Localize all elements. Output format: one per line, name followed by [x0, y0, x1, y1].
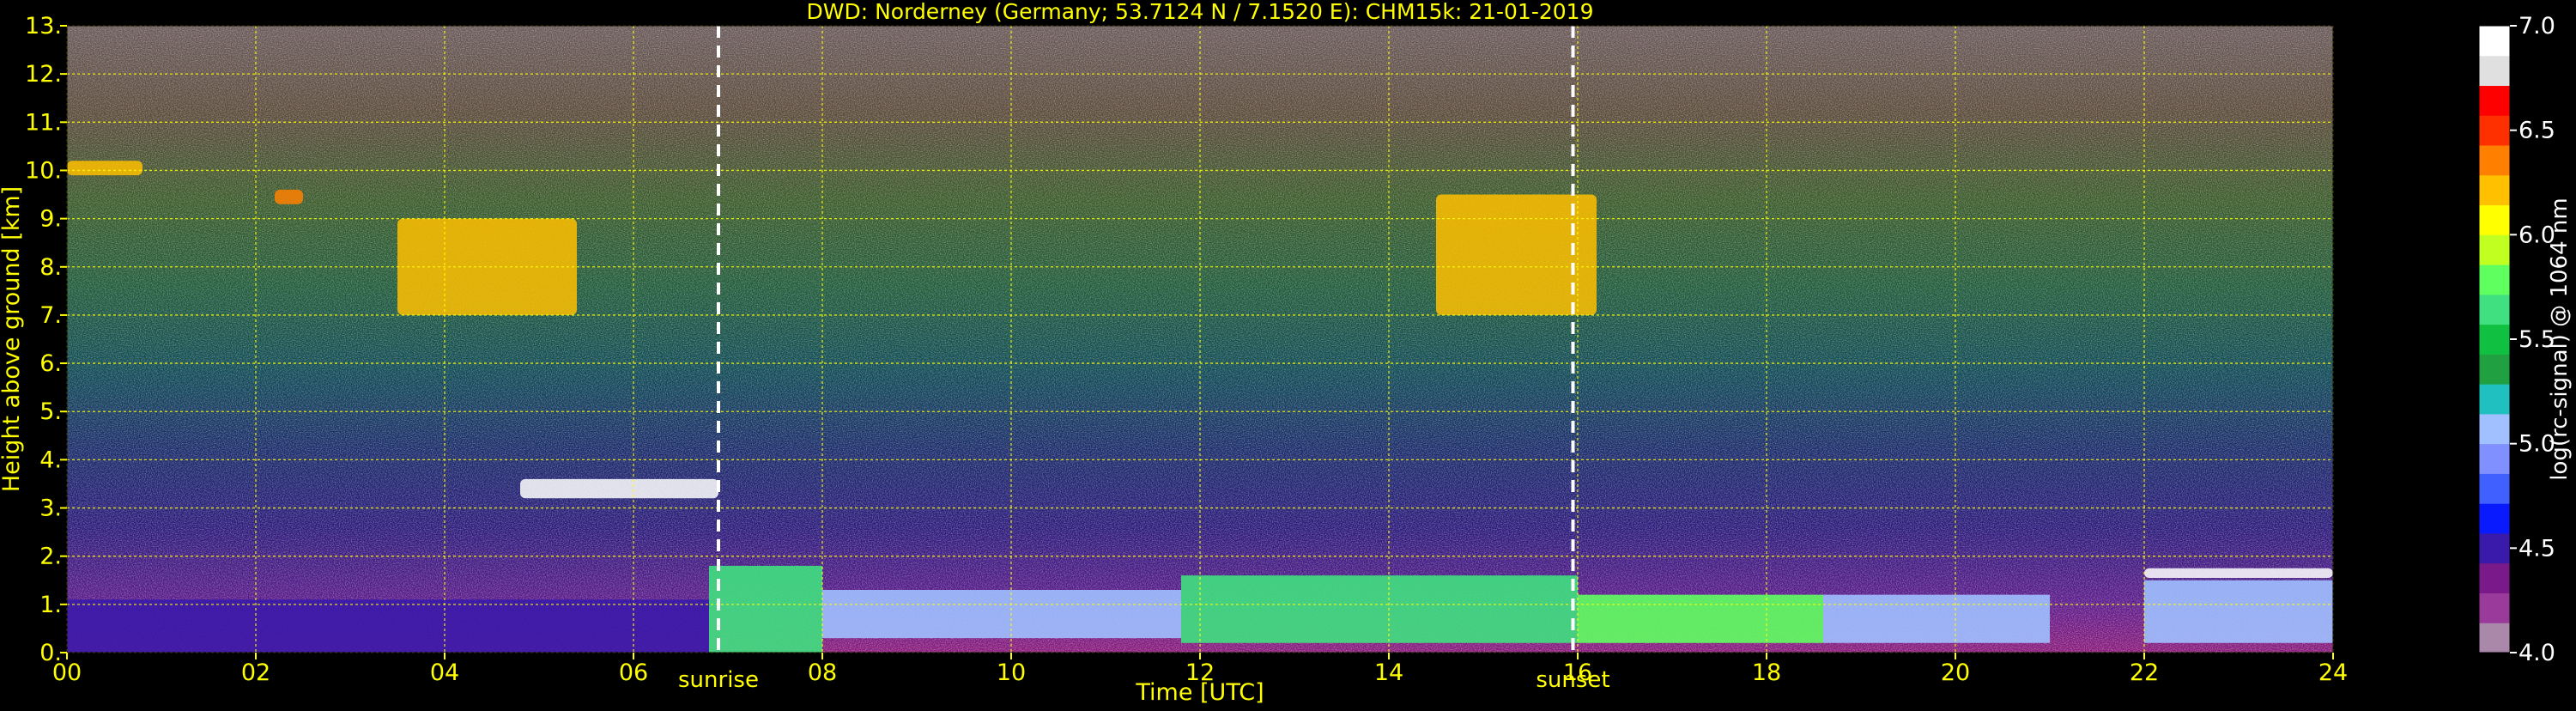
colorbar-swatch-20: [2479, 26, 2510, 57]
cloud-feature-7: [520, 478, 718, 499]
colorbar-swatch-12: [2479, 264, 2510, 295]
boundary-layer-feature-0: [67, 599, 709, 653]
colorbar-swatch-10: [2479, 324, 2510, 355]
x-tick-label-12: 24: [2318, 659, 2348, 686]
cloud-feature-11: [67, 161, 142, 176]
colorbar-swatch-9: [2479, 354, 2510, 385]
colorbar-swatch-16: [2479, 145, 2510, 176]
x-tick-label-11: 22: [2130, 659, 2159, 686]
y-tick-label-1: 1.: [39, 592, 62, 618]
x-tick-label-10: 20: [1941, 659, 1970, 686]
boundary-layer-feature-4: [1578, 594, 1823, 643]
x-tick-label-9: 18: [1752, 659, 1781, 686]
y-tick-label-4: 4.: [39, 447, 62, 473]
x-tick-label-5: 10: [997, 659, 1026, 686]
colorbar-swatch-7: [2479, 413, 2510, 445]
colorbar-tick-label-5: 6.5: [2518, 118, 2555, 144]
colorbar-label: log(rc-signal) @ 1064 nm: [2547, 198, 2573, 480]
y-tick-label-3: 3.: [39, 495, 62, 522]
y-tick-label-5: 5.: [39, 398, 62, 425]
boundary-layer-feature-2: [822, 590, 1181, 639]
colorbar-swatch-6: [2479, 443, 2510, 474]
colorbar-swatch-14: [2479, 204, 2510, 235]
colorbar-swatch-17: [2479, 115, 2510, 146]
colorbar-swatch-2: [2479, 562, 2510, 593]
colorbar-tick-label-1: 4.5: [2518, 535, 2555, 562]
boundary-layer-feature-1: [709, 565, 822, 653]
x-tick-label-7: 14: [1374, 659, 1403, 686]
x-tick-label-1: 02: [241, 659, 270, 686]
marker-label-0: sunrise: [678, 667, 759, 693]
y-tick-label-12: 12.: [25, 61, 62, 88]
colorbar-swatch-15: [2479, 174, 2510, 206]
colorbar-swatch-18: [2479, 85, 2510, 116]
x-tick-label-3: 06: [619, 659, 648, 686]
x-tick-label-2: 04: [430, 659, 459, 686]
cloud-feature-12: [275, 189, 303, 204]
x-tick-label-8: 16: [1563, 659, 1592, 686]
chart-title: DWD: Norderney (Germany; 53.7124 N / 7.1…: [807, 0, 1594, 24]
chart-svg: sunrise sunset 00 02 04 06 08 10 12 14 16 18 20 22 24…: [0, 0, 2573, 706]
y-tick-label-13: 13.: [25, 13, 62, 40]
cloud-feature-8: [2144, 568, 2333, 578]
colorbar-swatch-0: [2479, 623, 2510, 653]
boundary-layer-feature-5: [1823, 594, 2050, 643]
boundary-layer-feature-3: [1181, 575, 1578, 643]
colorbar-swatch-4: [2479, 503, 2510, 534]
colorbar-swatch-1: [2479, 592, 2510, 623]
boundary-layer-feature-6: [2144, 580, 2333, 643]
y-tick-label-8: 8.: [39, 254, 62, 281]
x-axis-label: Time [UTC]: [1135, 679, 1264, 706]
y-tick-label-10: 10.: [25, 157, 62, 184]
y-tick-label-0: 0.: [39, 640, 62, 666]
y-tick-label-6: 6.: [39, 350, 62, 377]
y-tick-label-7: 7.: [39, 302, 62, 329]
y-axis-label: Height above ground [km]: [0, 186, 25, 492]
colorbar-swatch-8: [2479, 384, 2510, 415]
colorbar-tick-label-0: 4.0: [2518, 640, 2555, 666]
y-tick-label-2: 2.: [39, 544, 62, 570]
y-tick-label-11: 11.: [25, 109, 62, 136]
ceilometer-chart: sunrise sunset 00 02 04 06 08 10 12 14 16 18 20 22 24…: [0, 0, 2576, 708]
colorbar-tick-label-6: 7.0: [2518, 13, 2555, 40]
x-tick-label-4: 08: [808, 659, 837, 686]
colorbar-swatch-5: [2479, 473, 2510, 504]
colorbar-swatch-13: [2479, 234, 2510, 265]
y-tick-label-9: 9.: [39, 206, 62, 233]
colorbar-swatch-11: [2479, 294, 2510, 325]
colorbar-swatch-3: [2479, 532, 2510, 564]
colorbar-swatch-19: [2479, 55, 2510, 87]
